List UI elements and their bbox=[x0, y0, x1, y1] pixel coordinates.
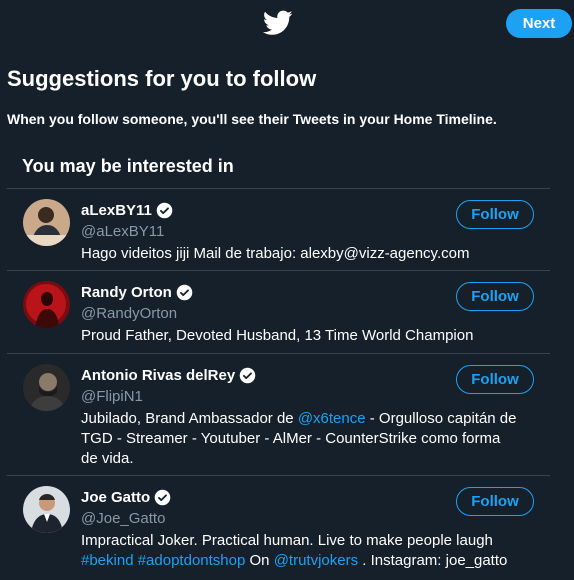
avatar[interactable] bbox=[23, 364, 70, 411]
verified-badge-icon bbox=[239, 367, 256, 384]
name-line: Randy Orton bbox=[81, 284, 193, 301]
top-bar: Next bbox=[0, 0, 574, 46]
bio-mention-link[interactable]: @trutvjokers bbox=[274, 552, 358, 569]
bio-hashtag-link[interactable]: #adoptdontshop bbox=[138, 552, 246, 569]
follow-button[interactable]: Follow bbox=[456, 200, 534, 229]
user-handle: @RandyOrton bbox=[81, 305, 178, 322]
user-row-joegatto[interactable]: Joe Gatto @Joe_Gatto Impractical Joker. … bbox=[7, 476, 550, 580]
section-title: You may be interested in bbox=[22, 156, 234, 176]
user-row-randyorton[interactable]: Randy Orton @RandyOrton Proud Father, De… bbox=[7, 271, 550, 353]
user-row-flipin1[interactable]: Antonio Rivas delRey @FlipiN1 Jubilado, … bbox=[7, 354, 550, 475]
bio-text: . Instagram: joe_gatto bbox=[358, 552, 508, 569]
user-bio: Hago videitos jiji Mail de trabajo: alex… bbox=[81, 244, 521, 264]
avatar[interactable] bbox=[23, 281, 70, 328]
follow-button[interactable]: Follow bbox=[456, 282, 534, 311]
page-subtitle: When you follow someone, you'll see thei… bbox=[7, 111, 497, 127]
page-title: Suggestions for you to follow bbox=[7, 66, 317, 91]
bio-text: Impractical Joker. Practical human. Live… bbox=[81, 532, 493, 549]
verified-badge-icon bbox=[154, 489, 171, 506]
user-bio: Proud Father, Devoted Husband, 13 Time W… bbox=[81, 326, 521, 346]
name-line: Antonio Rivas delRey bbox=[81, 367, 256, 384]
user-row-alexby11[interactable]: aLexBY11 @aLexBY11 Hago videitos jiji Ma… bbox=[7, 189, 550, 270]
avatar[interactable] bbox=[23, 486, 70, 533]
bio-text: Jubilado, Brand Ambassador de bbox=[81, 410, 298, 427]
user-bio: Impractical Joker. Practical human. Live… bbox=[81, 531, 521, 571]
user-handle: @FlipiN1 bbox=[81, 388, 143, 405]
verified-badge-icon bbox=[176, 284, 193, 301]
follow-button[interactable]: Follow bbox=[456, 365, 534, 394]
user-name[interactable]: Randy Orton bbox=[81, 284, 172, 301]
user-handle: @Joe_Gatto bbox=[81, 510, 166, 527]
bio-text: On bbox=[245, 552, 274, 569]
suggestions-panel: You may be interested in aLexBY11 @aLexB… bbox=[7, 146, 550, 580]
name-line: Joe Gatto bbox=[81, 489, 171, 506]
user-handle: @aLexBY11 bbox=[81, 223, 165, 240]
twitter-bird-icon bbox=[263, 10, 293, 35]
verified-badge-icon bbox=[156, 202, 173, 219]
user-bio: Jubilado, Brand Ambassador de @x6tence -… bbox=[81, 409, 521, 469]
user-name[interactable]: Joe Gatto bbox=[81, 489, 150, 506]
follow-button[interactable]: Follow bbox=[456, 487, 534, 516]
bio-text: Proud Father, Devoted Husband, 13 Time W… bbox=[81, 327, 474, 344]
bio-mention-link[interactable]: @x6tence bbox=[298, 410, 366, 427]
next-button[interactable]: Next bbox=[506, 9, 572, 38]
user-name[interactable]: Antonio Rivas delRey bbox=[81, 367, 235, 384]
avatar[interactable] bbox=[23, 199, 70, 246]
bio-text: Hago videitos jiji Mail de trabajo: alex… bbox=[81, 245, 470, 262]
name-line: aLexBY11 bbox=[81, 202, 173, 219]
user-name[interactable]: aLexBY11 bbox=[81, 202, 152, 219]
bio-hashtag-link[interactable]: #bekind bbox=[81, 552, 134, 569]
